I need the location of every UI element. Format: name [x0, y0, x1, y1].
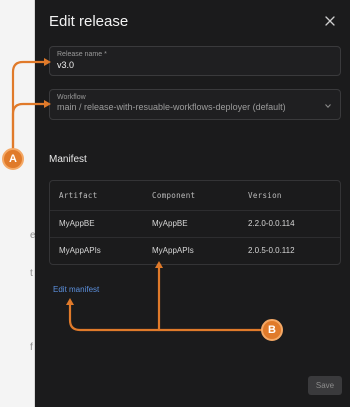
- table-header: Artifact Component Version: [50, 191, 340, 203]
- background-text-fragment: f: [30, 342, 33, 353]
- version-cell: 2.2.0-0.0.114: [248, 219, 295, 228]
- close-icon[interactable]: [323, 14, 337, 28]
- row-divider: [50, 237, 340, 238]
- artifact-cell: MyAppBE: [59, 219, 95, 228]
- workflow-value: main / release-with-resuable-workflows-d…: [57, 102, 286, 112]
- callout-badge-b: B: [261, 319, 283, 341]
- workflow-select[interactable]: Workflow main / release-with-resuable-wo…: [49, 89, 341, 120]
- chevron-down-icon: [325, 104, 331, 109]
- release-name-input[interactable]: [57, 60, 327, 70]
- version-cell: 2.0.5-0.0.112: [248, 246, 295, 255]
- manifest-table: Artifact Component Version MyAppBE MyApp…: [49, 180, 341, 265]
- drawer-title: Edit release: [49, 13, 129, 30]
- component-cell: MyAppAPIs: [152, 246, 194, 255]
- row-divider: [50, 210, 340, 211]
- manifest-heading: Manifest: [49, 154, 87, 165]
- edit-release-drawer: Edit release Release name * Workflow mai…: [35, 0, 350, 407]
- edit-manifest-link[interactable]: Edit manifest: [53, 285, 99, 294]
- callout-badge-a: A: [2, 148, 24, 170]
- background-page: e t f: [0, 0, 36, 407]
- release-name-field[interactable]: Release name *: [49, 46, 341, 76]
- release-name-label: Release name *: [57, 51, 107, 58]
- column-header-artifact: Artifact: [59, 191, 98, 200]
- background-text-fragment: t: [30, 268, 33, 279]
- save-button[interactable]: Save: [308, 376, 342, 395]
- column-header-version: Version: [248, 191, 282, 200]
- workflow-label: Workflow: [57, 94, 86, 101]
- table-row: MyAppBE MyAppBE 2.2.0-0.0.114: [50, 219, 340, 231]
- column-header-component: Component: [152, 191, 196, 200]
- table-row: MyAppAPIs MyAppAPIs 2.0.5-0.0.112: [50, 246, 340, 258]
- component-cell: MyAppBE: [152, 219, 188, 228]
- artifact-cell: MyAppAPIs: [59, 246, 101, 255]
